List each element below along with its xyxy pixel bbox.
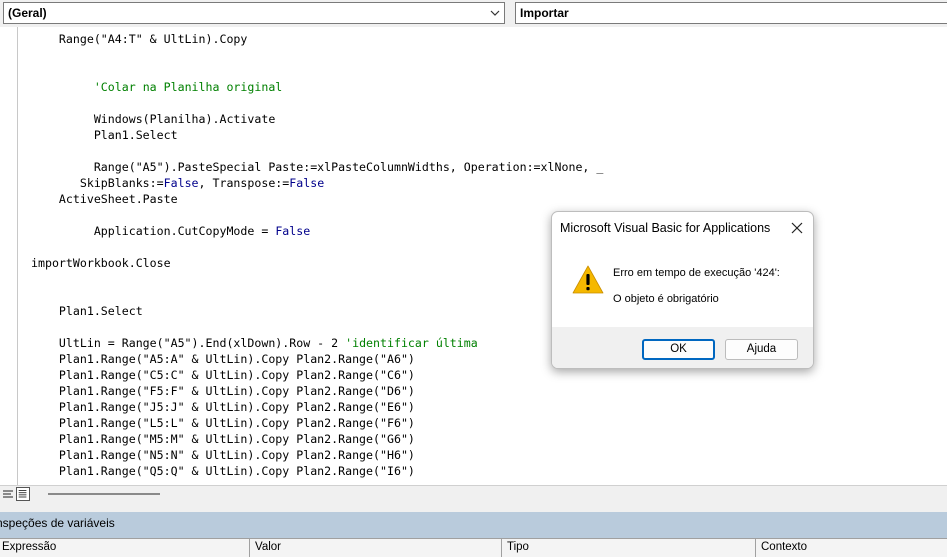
code-line[interactable] bbox=[31, 47, 947, 63]
object-combo[interactable]: (Geral) bbox=[3, 2, 505, 24]
code-line[interactable] bbox=[31, 63, 947, 79]
code-line[interactable]: Plan1.Range("N5:N" & UltLin).Copy Plan2.… bbox=[31, 447, 947, 463]
code-text: Application.CutCopyMode = bbox=[31, 224, 276, 238]
error-dialog: Microsoft Visual Basic for Applications … bbox=[551, 211, 814, 369]
code-line[interactable] bbox=[31, 143, 947, 159]
dialog-title: Microsoft Visual Basic for Applications bbox=[560, 221, 771, 235]
code-text: SkipBlanks:= bbox=[31, 176, 164, 190]
code-line[interactable]: Plan1.Range("C5:C" & UltLin).Copy Plan2.… bbox=[31, 367, 947, 383]
code-text: , Transpose:= bbox=[198, 176, 290, 190]
code-line[interactable]: Plan1.Range("J5:J" & UltLin).Copy Plan2.… bbox=[31, 399, 947, 415]
code-window-toolbar: (Geral) Importar bbox=[0, 0, 947, 27]
code-line[interactable]: SkipBlanks:=False, Transpose:=False bbox=[31, 175, 947, 191]
code-text: Plan1.Range("J5:J" & UltLin).Copy Plan2.… bbox=[31, 400, 415, 414]
column-header-value[interactable]: Valor bbox=[250, 539, 502, 557]
code-text: Windows(Planilha).Activate bbox=[31, 112, 276, 126]
code-line[interactable]: Plan1.Select bbox=[31, 127, 947, 143]
code-line[interactable]: Plan1.Range("Q5:Q" & UltLin).Copy Plan2.… bbox=[31, 463, 947, 479]
splitter[interactable] bbox=[0, 503, 947, 512]
code-keyword: False bbox=[289, 176, 325, 190]
error-message: Erro em tempo de execução '424': bbox=[613, 267, 780, 279]
code-text: Plan1.Range("A5:A" & UltLin).Copy Plan2.… bbox=[31, 352, 415, 366]
close-icon[interactable] bbox=[789, 220, 805, 236]
procedure-combo[interactable]: Importar bbox=[515, 2, 947, 24]
code-text: Range("A5").PasteSpecial Paste:=xlPasteC… bbox=[31, 160, 604, 174]
code-text: Range("A4:T" & UltLin).Copy bbox=[31, 32, 248, 46]
code-comment: 'identificar última bbox=[345, 336, 478, 350]
full-module-view-icon[interactable] bbox=[16, 487, 30, 501]
code-text: Plan1.Range("C5:C" & UltLin).Copy Plan2.… bbox=[31, 368, 415, 382]
editor-bottom-bar bbox=[0, 485, 947, 503]
margin-indicator-bar[interactable] bbox=[0, 27, 18, 485]
procedure-combo-value: Importar bbox=[520, 6, 569, 20]
column-header-type[interactable]: Tipo bbox=[502, 539, 756, 557]
code-text: ActiveSheet.Paste bbox=[31, 192, 178, 206]
procedure-view-icon[interactable] bbox=[1, 487, 15, 501]
code-keyword: False bbox=[275, 224, 311, 238]
dialog-footer: OK Ajuda bbox=[552, 327, 813, 368]
code-line[interactable]: 'Colar na Planilha original bbox=[31, 79, 947, 95]
column-header-expression[interactable]: Expressão bbox=[0, 539, 250, 557]
code-text: Plan1.Range("F5:F" & UltLin).Copy Plan2.… bbox=[31, 384, 415, 398]
code-line[interactable]: Range("A5").PasteSpecial Paste:=xlPasteC… bbox=[31, 159, 947, 175]
code-line[interactable]: Windows(Planilha).Activate bbox=[31, 111, 947, 127]
ok-button[interactable]: OK bbox=[642, 339, 715, 360]
horizontal-scrollbar-thumb[interactable] bbox=[48, 493, 160, 495]
error-description: O objeto é obrigatório bbox=[613, 293, 719, 305]
code-comment: 'Colar na Planilha original bbox=[93, 80, 283, 94]
code-line[interactable]: ActiveSheet.Paste bbox=[31, 191, 947, 207]
code-text: Plan1.Range("M5:M" & UltLin).Copy Plan2.… bbox=[31, 432, 415, 446]
watch-window-title: nspeções de variáveis bbox=[0, 512, 947, 538]
code-text: Plan1.Select bbox=[31, 128, 178, 142]
code-keyword: False bbox=[163, 176, 199, 190]
code-text: importWorkbook.Close bbox=[31, 256, 171, 270]
code-line[interactable]: Plan1.Range("M5:M" & UltLin).Copy Plan2.… bbox=[31, 431, 947, 447]
chevron-down-icon[interactable] bbox=[488, 5, 502, 21]
help-button[interactable]: Ajuda bbox=[725, 339, 798, 360]
code-line[interactable]: Plan1.Range("L5:L" & UltLin).Copy Plan2.… bbox=[31, 415, 947, 431]
object-combo-value: (Geral) bbox=[8, 6, 47, 20]
column-header-context[interactable]: Contexto bbox=[756, 539, 947, 557]
watch-columns-header: Expressão Valor Tipo Contexto bbox=[0, 538, 947, 557]
code-text: Plan1.Range("Q5:Q" & UltLin).Copy Plan2.… bbox=[31, 464, 415, 478]
code-text: UltLin = Range("A5").End(xlDown).Row - 2 bbox=[31, 336, 346, 350]
code-text: Plan1.Select bbox=[31, 304, 143, 318]
code-line[interactable]: Plan1.Range("F5:F" & UltLin).Copy Plan2.… bbox=[31, 383, 947, 399]
code-text: Plan1.Range("N5:N" & UltLin).Copy Plan2.… bbox=[31, 448, 415, 462]
code-line[interactable]: Range("A4:T" & UltLin).Copy bbox=[31, 31, 947, 47]
code-line[interactable] bbox=[31, 95, 947, 111]
watch-window-title-text: nspeções de variáveis bbox=[0, 516, 115, 530]
code-text: Plan1.Range("L5:L" & UltLin).Copy Plan2.… bbox=[31, 416, 415, 430]
warning-icon bbox=[572, 265, 604, 294]
